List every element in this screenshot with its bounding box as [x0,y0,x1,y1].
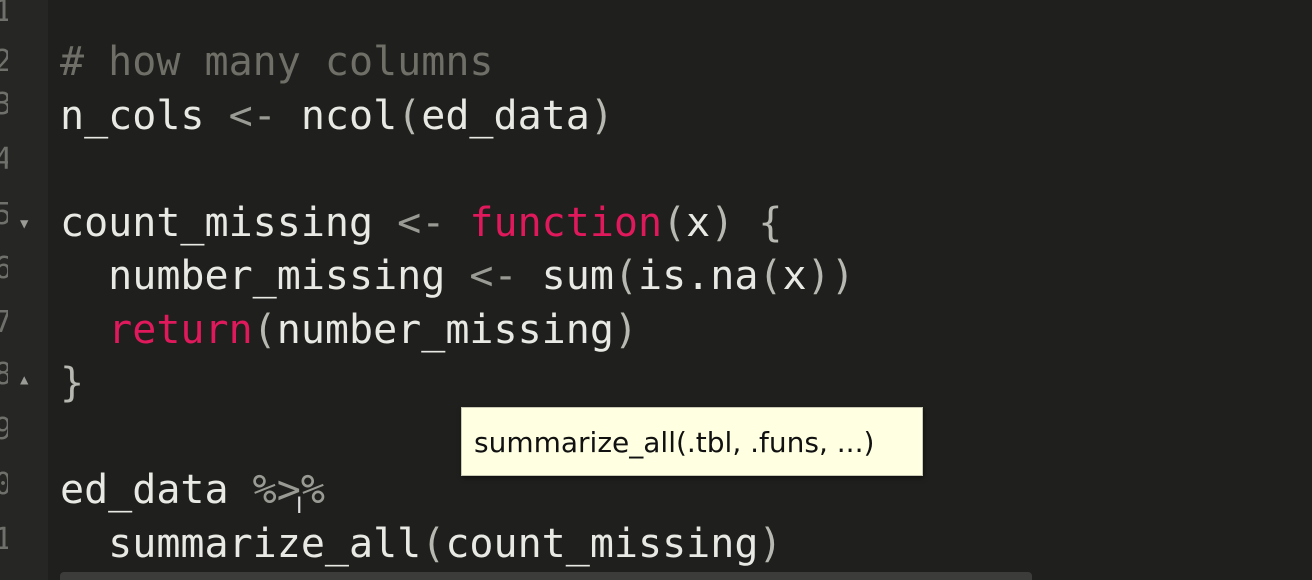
function-signature-tooltip: summarize_all(.tbl, .funs, ...) [461,407,923,476]
fold-collapse-icon[interactable]: ▼ [20,216,28,232]
paren: ) [613,306,639,353]
line-number-gutter: 1 2 3 4 5 6 7 8 9 0 1 ▼ ▲ [0,0,48,580]
paren: ) [589,92,614,139]
line-number: 7 [0,308,8,338]
variable: ed_data [60,467,229,513]
function-name: is.na [638,253,759,299]
argument: count_missing [445,520,759,567]
argument: number_missing [276,306,614,353]
code-line: # how many columns [60,36,1312,90]
paren: ( [252,306,277,353]
keyword: return [108,306,253,353]
code-line: n_cols <- ncol(ed_data) [60,90,1312,144]
line-number: 0 [0,470,8,500]
variable: n_cols [60,92,205,139]
argument: x [686,199,711,246]
function-name: ncol [300,92,398,139]
line-number: 1 [0,525,8,555]
pipe-operator: %>% [228,467,325,513]
line-number: 8 [0,360,8,390]
paren: )) [806,253,855,299]
code-line: summarize_all(count_missing) [60,518,1312,572]
line-number: 6 [0,254,8,284]
line-number: 4 [0,145,8,175]
paren: ) [758,520,783,567]
assign-operator: <- [445,253,542,299]
line-number: 5 [0,200,8,230]
brace: } [60,360,85,406]
code-line: } [60,357,1312,411]
paren: ( [613,253,638,299]
line-number: 3 [0,90,8,120]
keyword: function [469,199,663,246]
paren: ( [758,253,783,299]
fold-expand-icon[interactable]: ▲ [20,372,28,388]
code-editor[interactable]: # how many columns n_cols <- ncol(ed_dat… [60,36,1312,571]
horizontal-scrollbar[interactable] [60,572,1032,580]
text-cursor-icon: I [296,494,303,519]
code-line: count_missing <- function(x) { [60,197,1312,251]
assign-operator: <- [204,92,301,139]
variable: number_missing [108,253,446,299]
variable: count_missing [60,199,374,246]
paren: ) [710,199,735,246]
line-number: 9 [0,415,8,445]
paren: ( [662,199,687,246]
brace: { [734,199,783,246]
code-line: number_missing <- sum(is.na(x)) [60,250,1312,304]
argument: ed_data [421,92,590,139]
comment: # how many columns [60,39,494,85]
assign-operator: <- [373,199,470,246]
function-name: summarize_all [108,520,422,567]
paren: ( [421,520,446,567]
paren: ( [397,92,422,139]
line-number: 1 [0,0,8,27]
line-number: 2 [0,47,8,77]
argument: x [782,253,807,299]
code-line: return(number_missing) [60,304,1312,358]
function-name: sum [541,253,614,299]
